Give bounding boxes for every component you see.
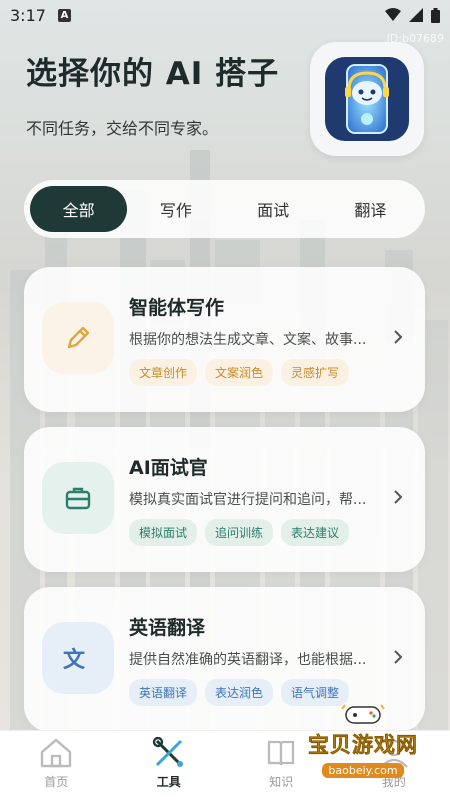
tag: 文案润色 [205, 359, 274, 386]
tab-interview[interactable]: 面试 [225, 186, 322, 232]
chevron-right-icon [394, 330, 403, 344]
tag-list: 英语翻译 表达润色 语气调整 [129, 679, 350, 706]
translate-icon-box: 文 [42, 622, 114, 694]
tag-list: 文章创作 文案润色 灵感扩写 [129, 359, 350, 386]
tag: 表达建议 [281, 519, 350, 546]
watermark-url: baobeiy.com [322, 763, 404, 778]
watermark-title: 宝贝游戏网 [308, 733, 418, 758]
tab-writing[interactable]: 写作 [127, 186, 224, 232]
status-time: 3:17 [10, 5, 46, 25]
card-title: 智能体写作 [129, 297, 225, 319]
robot-phone-icon [325, 57, 409, 141]
nav-home[interactable]: 首页 [0, 737, 113, 790]
svg-text:文: 文 [63, 647, 86, 673]
nav-label: 工具 [156, 775, 181, 789]
wifi-icon [385, 8, 401, 21]
translate-icon: 文 [63, 647, 86, 673]
writing-icon-box [42, 302, 114, 374]
card-title: 英语翻译 [129, 617, 206, 639]
nav-tools[interactable]: 工具 [113, 737, 226, 790]
site-watermark-logo: 宝贝游戏网 baobeiy.com [308, 703, 418, 778]
card-description: 模拟真实面试官进行提问和追问，帮... [129, 492, 367, 508]
tag: 表达润色 [205, 679, 274, 706]
tag: 模拟面试 [129, 519, 198, 546]
tab-translate[interactable]: 翻译 [322, 186, 419, 232]
card-description: 提供自然准确的英语翻译，也能根据... [129, 652, 367, 668]
briefcase-icon [65, 487, 91, 510]
agent-card-interview[interactable]: AI面试官 模拟真实面试官进行提问和追问，帮... 模拟面试 追问训练 表达建议 [24, 427, 425, 572]
page-title: 选择你的 AI 搭子 [26, 56, 280, 92]
chevron-right-icon [394, 650, 403, 664]
chevron-right-icon [394, 490, 403, 504]
tag-list: 模拟面试 追问训练 表达建议 [129, 519, 350, 546]
tag: 文章创作 [129, 359, 198, 386]
nav-label: 首页 [44, 775, 69, 789]
pencil-icon [67, 326, 90, 349]
category-tabs: 全部 写作 面试 翻译 [24, 180, 425, 238]
nav-label: 知识 [269, 775, 294, 789]
tools-icon [152, 737, 183, 767]
card-title: AI面试官 [129, 457, 208, 479]
tab-all[interactable]: 全部 [30, 186, 128, 232]
card-description: 根据你的想法生成文章、文案、故事... [129, 332, 367, 348]
tag: 语气调整 [281, 679, 350, 706]
battery-icon [431, 7, 440, 23]
interview-icon-box [42, 462, 114, 534]
page-header: 选择你的 AI 搭子 不同任务，交给不同专家。 [26, 48, 279, 139]
tag: 灵感扩写 [281, 359, 350, 386]
gamepad-icon [341, 704, 385, 724]
tag: 英语翻译 [129, 679, 198, 706]
ai-mascot-image [310, 42, 424, 156]
page-subtitle: 不同任务，交给不同专家。 [26, 119, 219, 138]
signal-icon [409, 8, 423, 22]
book-icon [268, 740, 295, 766]
a-notification-icon: A [57, 8, 71, 22]
agent-card-writing[interactable]: 智能体写作 根据你的想法生成文章、文案、故事... 文章创作 文案润色 灵感扩写 [24, 267, 425, 412]
home-icon [41, 738, 72, 768]
tag: 追问训练 [205, 519, 274, 546]
status-bar: 3:17 A [0, 0, 450, 30]
